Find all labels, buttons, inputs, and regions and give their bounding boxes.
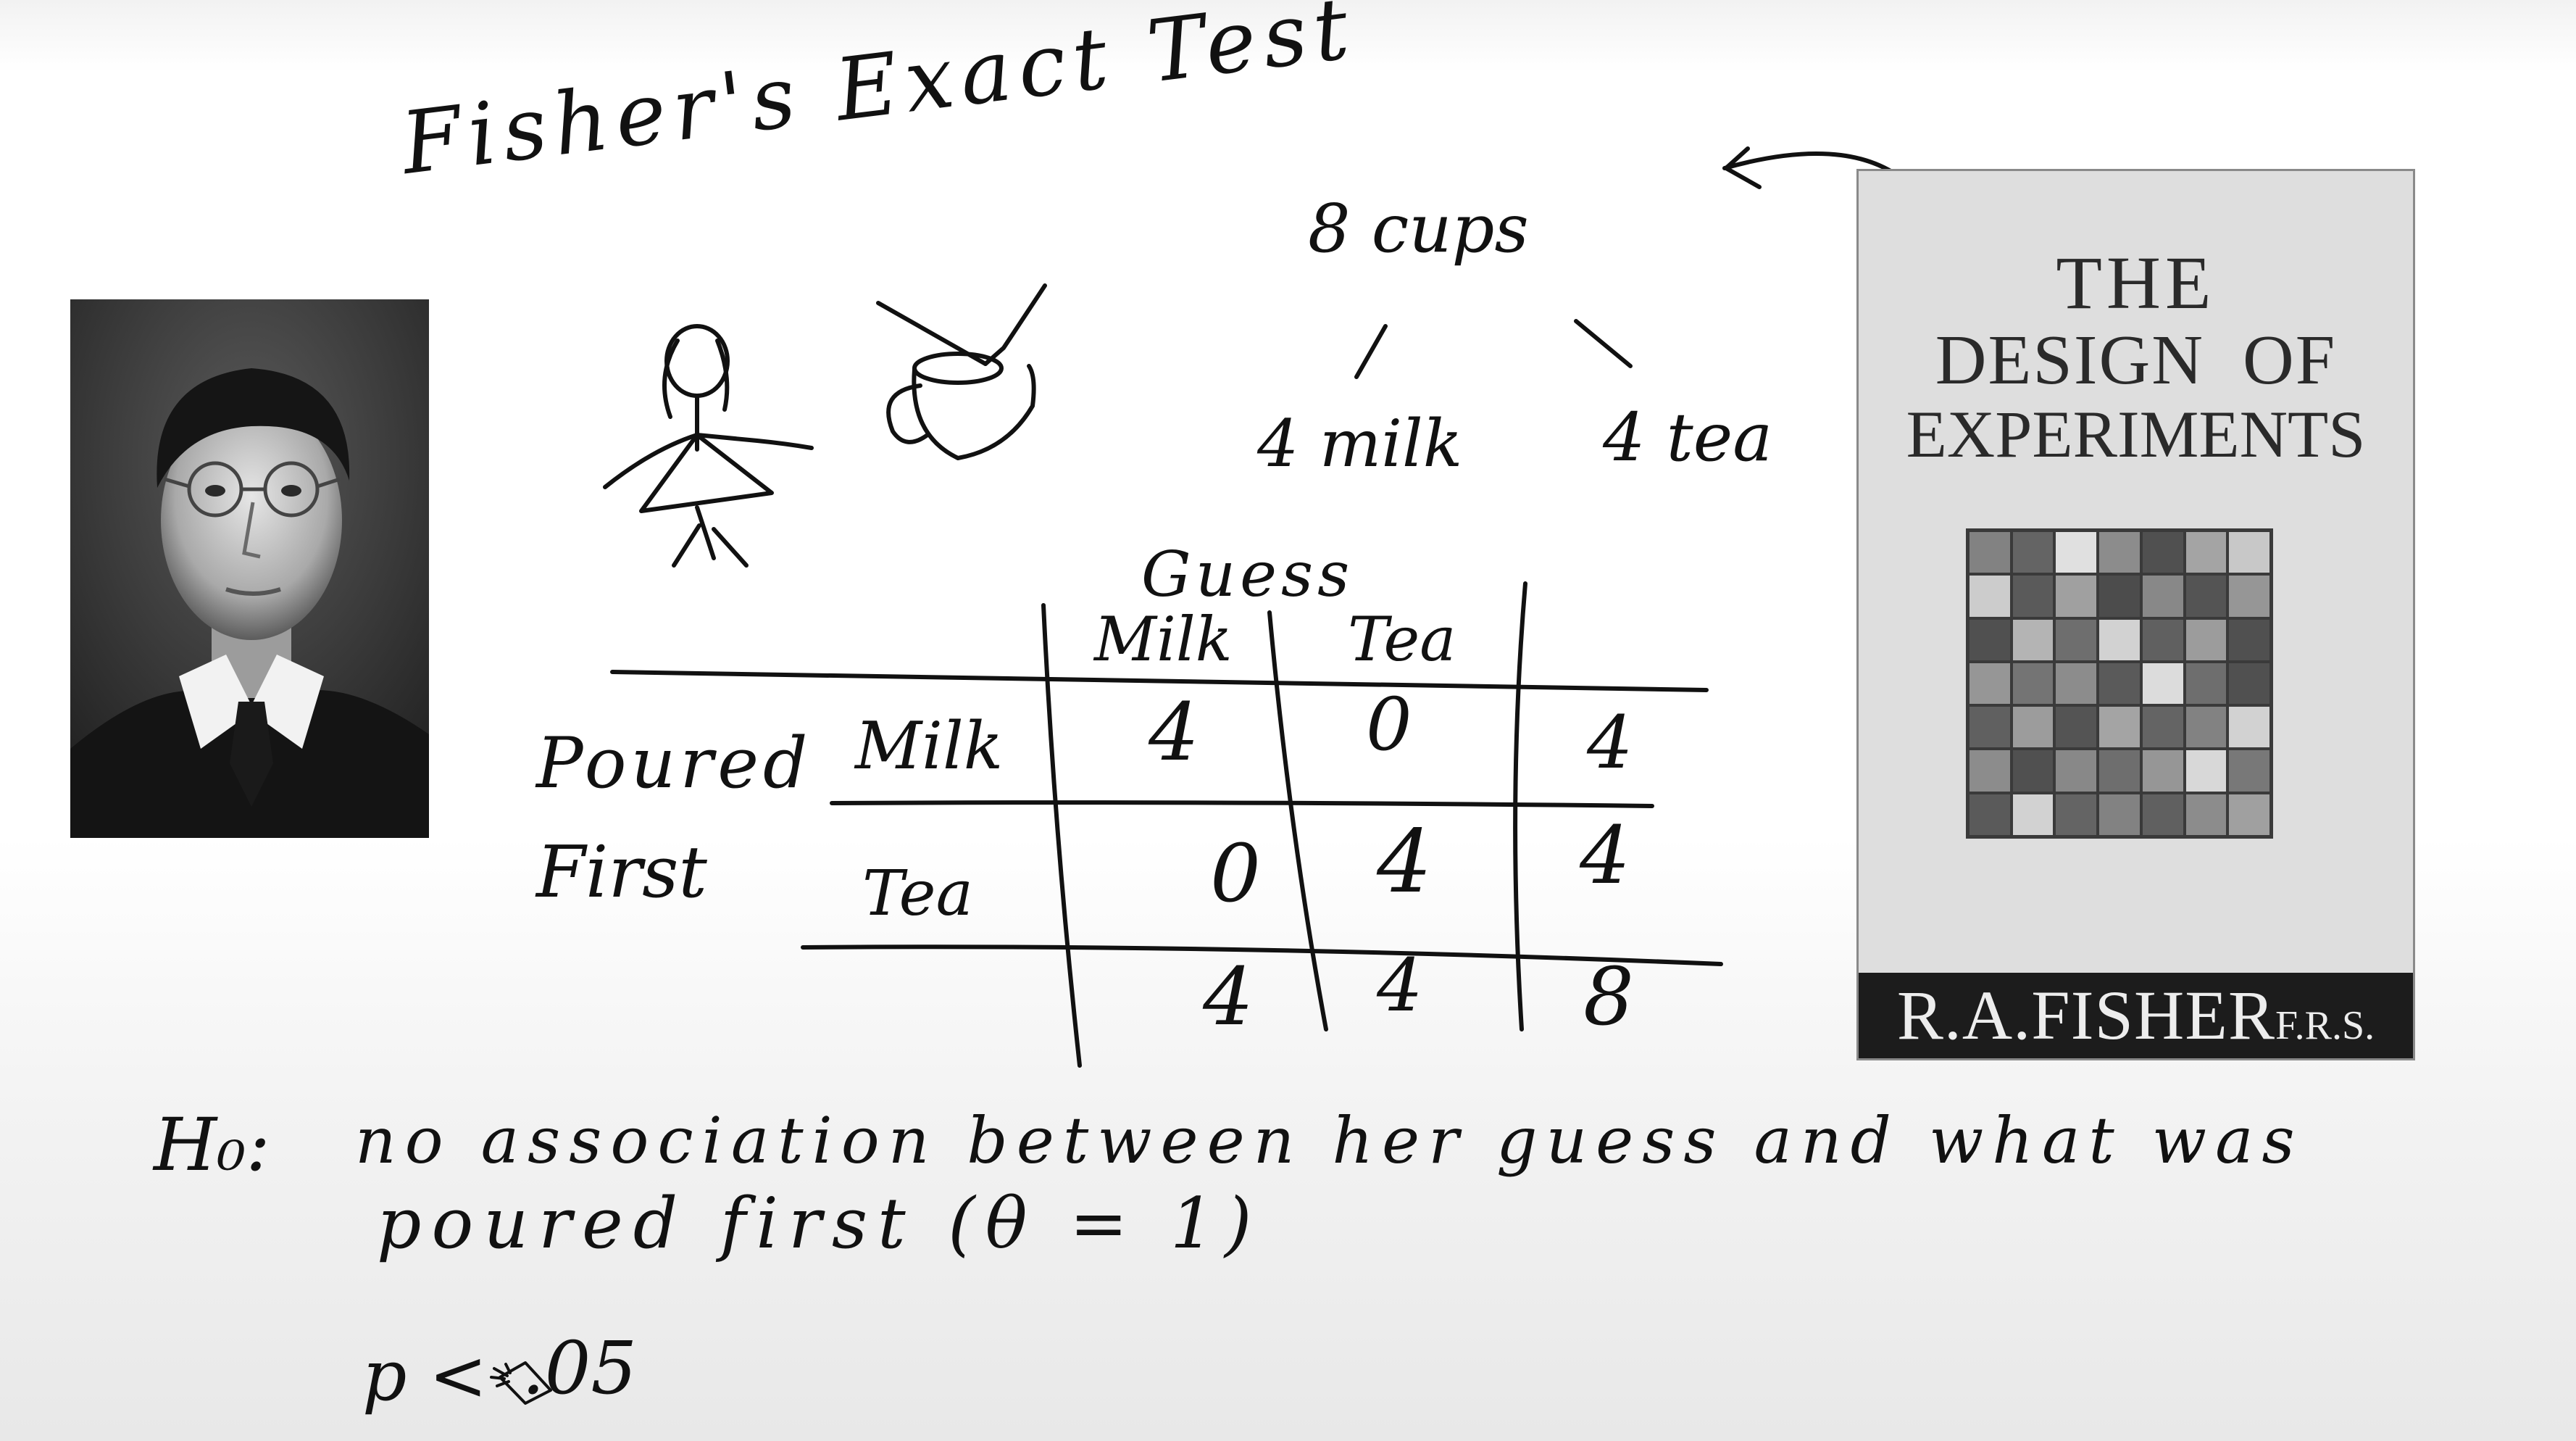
book-pattern-cell <box>2099 794 2140 835</box>
table-row-label-tea: Tea <box>862 857 973 930</box>
table-cell-tea-milk: 0 <box>1210 827 1261 920</box>
book-pattern-cell <box>2229 750 2269 792</box>
book-pattern-cell <box>2185 707 2227 748</box>
table-row-total-tea: 4 <box>1580 809 1630 902</box>
book-title-line1: THE <box>2056 241 2216 325</box>
book-pattern-cell <box>2229 532 2269 573</box>
table-col-header-milk: Milk <box>1094 604 1233 675</box>
book-pattern-cell <box>2229 663 2269 705</box>
book-pattern-cell <box>2142 707 2183 748</box>
book-author-honor: F.R.S. <box>2275 1003 2375 1048</box>
cups-tea-label: 4 tea <box>1603 399 1773 476</box>
book-pattern-cell <box>2142 794 2183 835</box>
book-pattern-cell <box>2012 576 2054 617</box>
book-pattern-cell <box>1969 576 2010 617</box>
book-pattern-cell <box>2185 750 2227 792</box>
book-pattern-cell <box>2012 750 2054 792</box>
book-pattern-cell <box>2099 663 2140 705</box>
woman-stick-figure-icon <box>603 324 814 568</box>
book-pattern-cell <box>2142 619 2183 660</box>
book-pattern-cell <box>2056 576 2097 617</box>
book-pattern-cell <box>2142 532 2183 573</box>
book-pattern-cell <box>2142 576 2183 617</box>
book-footer-band: R.A.FISHERF.R.S. <box>1859 973 2413 1058</box>
book-pattern-cell <box>2056 707 2097 748</box>
book-pattern-cell <box>2142 663 2183 705</box>
book-pattern-cell <box>2056 619 2097 660</box>
book-pattern-cell <box>2056 750 2097 792</box>
cups-milk-label: 4 milk <box>1257 406 1463 482</box>
book-pattern-cell <box>2185 532 2227 573</box>
book-pattern-cell <box>2229 794 2269 835</box>
hypothesis-label: H₀: <box>154 1102 270 1187</box>
book-pattern-cell <box>2142 750 2183 792</box>
book-pattern-cell <box>1969 794 2010 835</box>
table-cell-milk-milk: 4 <box>1149 686 1199 778</box>
book-pattern-cell <box>2012 707 2054 748</box>
table-col-header-tea: Tea <box>1348 604 1456 675</box>
book-pattern-cell <box>2229 707 2269 748</box>
book-pattern-cell <box>2099 707 2140 748</box>
book-author: R.A.FISHER <box>1896 976 2275 1054</box>
table-row-total-milk: 4 <box>1587 700 1633 785</box>
book-pattern-cell <box>2185 663 2227 705</box>
table-row-group-label-line1: Poured <box>536 723 812 804</box>
book-pattern-cell <box>2185 794 2227 835</box>
book-title-line3: EXPERIMENTS <box>1906 397 2366 471</box>
book-pattern-cell <box>2056 663 2097 705</box>
hypothesis-line1: no association between her guess and wha… <box>355 1103 2304 1178</box>
design-of-experiments-book-cover: THE DESIGN OF EXPERIMENTS R.A.FISHERF.R.… <box>1856 169 2415 1060</box>
table-col-total-milk: 4 <box>1203 950 1254 1043</box>
book-pattern-cell <box>2012 663 2054 705</box>
table-row-label-milk: Milk <box>855 708 1004 784</box>
book-pattern-cell <box>2099 576 2140 617</box>
table-row-group-label-line2: First <box>536 831 707 914</box>
pvalue-number: .05 <box>522 1326 638 1411</box>
book-pattern-cell <box>2099 750 2140 792</box>
book-pattern-cell <box>2012 794 2054 835</box>
book-pattern-cell <box>2229 576 2269 617</box>
book-pattern-cell <box>2185 619 2227 660</box>
book-pattern-cell <box>2229 619 2269 660</box>
book-pattern-cell <box>2056 532 2097 573</box>
book-pattern-cell <box>2185 576 2227 617</box>
book-pattern-cell <box>2056 794 2097 835</box>
book-pattern-cell <box>1969 750 2010 792</box>
book-pattern-cell <box>1969 619 2010 660</box>
book-cover-pattern <box>1966 528 2273 839</box>
table-col-total-tea: 4 <box>1377 943 1423 1028</box>
book-pattern-cell <box>2099 619 2140 660</box>
book-pattern-cell <box>1969 532 2010 573</box>
table-grand-total: 8 <box>1583 950 1634 1043</box>
book-pattern-cell <box>2012 532 2054 573</box>
book-title-line2: DESIGN OF <box>1935 321 2337 399</box>
table-cell-tea-tea: 4 <box>1377 812 1433 913</box>
book-pattern-cell <box>1969 663 2010 705</box>
teacup-icon <box>876 283 1047 460</box>
pvalue-prefix: p < <box>362 1335 488 1416</box>
hypothesis-line2: poured first (θ = 1) <box>377 1183 1262 1264</box>
table-col-group-label: Guess <box>1141 539 1354 611</box>
book-pattern-cell <box>2012 619 2054 660</box>
cups-total-label: 8 cups <box>1308 190 1529 267</box>
book-pattern-cell <box>2099 532 2140 573</box>
book-pattern-cell <box>1969 707 2010 748</box>
table-cell-milk-tea: 0 <box>1366 682 1412 767</box>
